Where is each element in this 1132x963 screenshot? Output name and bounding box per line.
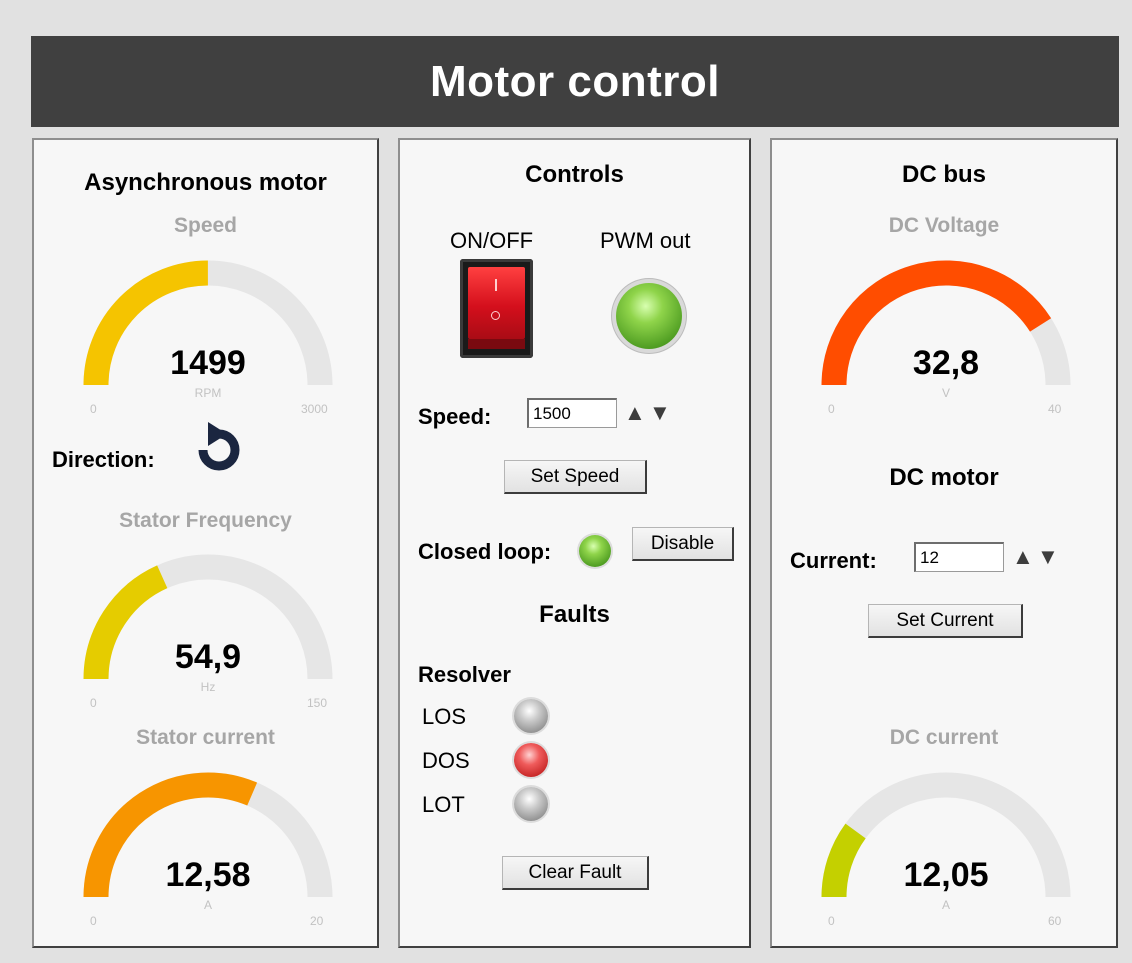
dc-voltage-gauge-title: DC Voltage: [888, 214, 1000, 237]
dc-voltage-value: 32,8: [912, 344, 980, 382]
current-increment-icon[interactable]: ▲: [1012, 546, 1034, 568]
speed-increment-icon[interactable]: ▲: [624, 402, 646, 424]
dc-voltage-min: 0: [828, 402, 835, 416]
speed-gauge-min: 0: [90, 402, 97, 416]
stator-frequency-max: 150: [307, 696, 328, 710]
current-decrement-icon[interactable]: ▼: [1037, 546, 1059, 568]
clear-fault-button[interactable]: Clear Fault: [502, 856, 649, 890]
page-title: Motor control: [429, 56, 720, 106]
stator-current-min: 0: [90, 914, 97, 928]
fault-lot-label: LOT: [422, 792, 465, 817]
closed-loop-label: Closed loop:: [418, 539, 552, 564]
stator-frequency-unit: Hz: [200, 680, 216, 694]
stator-frequency-value: 54,9: [174, 638, 242, 676]
stator-frequency-gauge-title: Stator Frequency: [119, 509, 292, 532]
asynchronous-motor-panel: Asynchronous motor Speed 1499 RPM 0 3000…: [32, 138, 379, 948]
speed-gauge-unit: RPM: [194, 386, 222, 400]
speed-input[interactable]: [527, 398, 617, 428]
panel-title-controls: Controls: [525, 161, 624, 188]
current-input[interactable]: [914, 542, 1004, 572]
panel-title-dc-motor: DC motor: [889, 464, 999, 491]
fault-lot-indicator: [514, 787, 548, 821]
rotate-ccw-icon: [198, 422, 240, 471]
stator-frequency-min: 0: [90, 696, 97, 710]
dc-bus-panel: DC bus DC Voltage 32,8 V 0 40 DC motor C…: [770, 138, 1118, 948]
dc-current-value: 12,05: [903, 856, 989, 894]
dc-current-max: 60: [1048, 914, 1062, 928]
resolver-label: Resolver: [418, 662, 511, 687]
speed-decrement-icon[interactable]: ▼: [649, 402, 671, 424]
stator-current-max: 20: [310, 914, 324, 928]
on-off-label: ON/OFF: [450, 228, 534, 253]
pwm-out-label: PWM out: [600, 228, 691, 253]
fault-dos-indicator: [514, 743, 548, 777]
power-rocker-switch[interactable]: [460, 259, 533, 358]
direction-label: Direction:: [52, 447, 155, 472]
dc-voltage-max: 40: [1048, 402, 1062, 416]
stator-current-gauge-title: Stator current: [136, 726, 275, 749]
pwm-out-indicator: [616, 283, 682, 349]
fault-los-indicator: [514, 699, 548, 733]
set-speed-button[interactable]: Set Speed: [504, 460, 647, 494]
closed-loop-indicator: [579, 535, 611, 567]
speed-setpoint-label: Speed:: [418, 404, 492, 429]
faults-title: Faults: [539, 601, 610, 628]
controls-panel: Controls ON/OFF PWM out Speed: ▲ ▼ Set S…: [398, 138, 751, 948]
dc-current-unit: A: [941, 898, 950, 912]
stator-current-value: 12,58: [165, 856, 251, 894]
fault-dos-label: DOS: [422, 748, 470, 773]
speed-gauge-value: 1499: [170, 344, 246, 382]
speed-gauge-title: Speed: [173, 214, 238, 237]
dc-current-gauge-title: DC current: [889, 726, 999, 749]
dc-current-min: 0: [828, 914, 835, 928]
disable-button[interactable]: Disable: [632, 527, 734, 561]
panel-title-async-motor: Asynchronous motor: [84, 169, 327, 196]
panel-title-dc-bus: DC bus: [902, 161, 986, 188]
header-bar: Motor control: [31, 36, 1119, 127]
dc-voltage-unit: V: [941, 386, 950, 400]
current-setpoint-label: Current:: [790, 548, 877, 573]
fault-los-label: LOS: [422, 704, 467, 729]
stator-current-unit: A: [203, 898, 212, 912]
set-current-button[interactable]: Set Current: [868, 604, 1023, 638]
speed-gauge-max: 3000: [301, 402, 328, 416]
